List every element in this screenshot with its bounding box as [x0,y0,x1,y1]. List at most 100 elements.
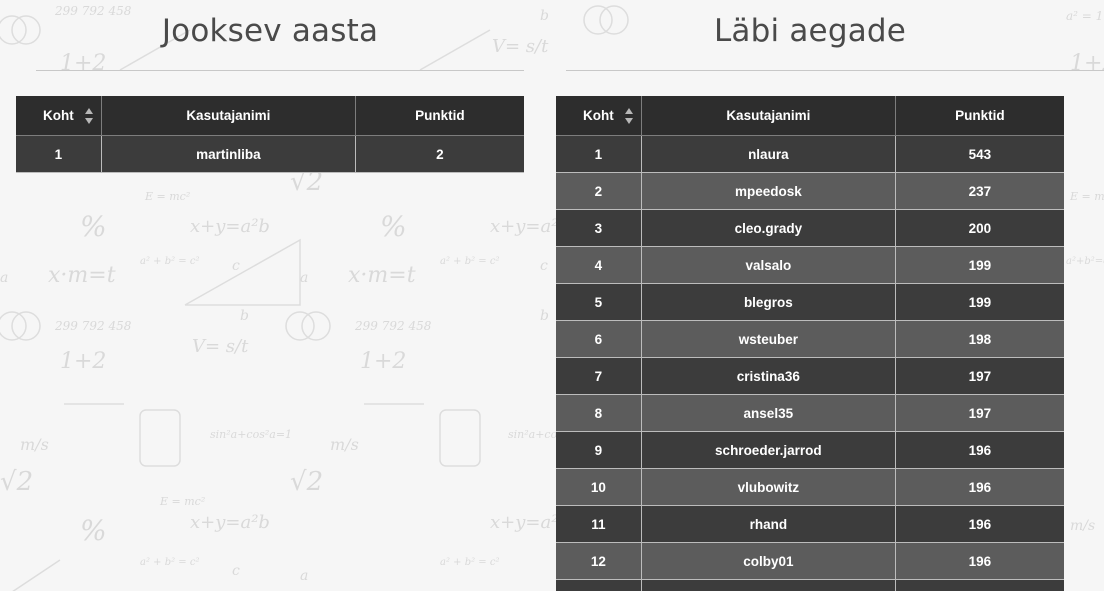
svg-text:c: c [232,563,240,579]
title-divider [36,70,524,71]
username-cell: martinliba [101,135,356,173]
svg-text:%: % [80,514,107,547]
svg-text:m/s: m/s [20,435,49,454]
table-header-row: Koht Kasutajanimi Punktid [556,96,1064,136]
all-time-title: Läbi aegade [713,13,907,49]
svg-text:E = mc²: E = mc² [1069,190,1104,203]
points-cell: 2 [355,135,524,173]
svg-text:%: % [80,210,107,243]
svg-text:√2: √2 [290,467,323,497]
svg-text:1+2: 1+2 [1070,51,1104,76]
table-row: 1 martinliba 2 [16,135,524,173]
table-row: 12 colby01 196 [556,542,1064,580]
rank-cell: 2 [556,172,642,210]
table-row: 5 blegros 199 [556,283,1064,321]
svg-text:√2: √2 [0,467,33,497]
all-time-panel: Läbi aegade Koht Kasutajanimi Punktid 1 … [556,0,1064,591]
svg-text:a² = 1: a² = 1 [1066,9,1103,23]
username-column-header[interactable]: Kasutajanimi [641,96,896,136]
username-cell: schroeder.jarrod [641,431,896,469]
points-cell: 200 [895,209,1064,247]
current-year-table: Koht Kasutajanimi Punktid 1 martinliba 2 [16,96,524,173]
sort-icon[interactable] [84,108,93,124]
rank-cell: 8 [556,394,642,432]
points-column-header[interactable]: Punktid [895,96,1064,136]
points-cell: 196 [895,468,1064,506]
rank-cell: 5 [556,283,642,321]
table-row: 11 rhand 196 [556,505,1064,543]
username-column-header[interactable]: Kasutajanimi [101,96,356,136]
username-header-label: Kasutajanimi [726,108,811,123]
svg-text:m/s: m/s [1070,518,1095,534]
username-cell: ansel35 [641,394,896,432]
username-cell: blegros [641,283,896,321]
svg-text:299 792 458: 299 792 458 [354,319,432,333]
current-year-panel: Jooksev aasta Koht Kasutajanimi Punktid [16,0,524,173]
points-cell: 196 [895,505,1064,543]
username-cell: cristina36 [641,357,896,395]
svg-text:V= s/t: V= s/t [192,336,249,357]
svg-text:1+2: 1+2 [60,349,106,374]
svg-text:a: a [300,568,308,584]
points-cell: 199 [895,283,1064,321]
leaderboard-page: 299 792 458 299 792 458 299 792 458 1+2 … [0,0,1104,591]
svg-text:x+y=a²b: x+y=a²b [190,512,270,533]
table-row: 7 cristina36 197 [556,357,1064,395]
svg-text:a² + b² = c²: a² + b² = c² [140,557,199,568]
svg-text:b: b [240,308,249,324]
svg-text:299 792 458: 299 792 458 [54,319,132,333]
svg-text:b: b [540,8,549,24]
svg-text:E = mc²: E = mc² [159,495,205,508]
svg-text:a² + b² = c²: a² + b² = c² [140,256,199,267]
rank-cell: 12 [556,542,642,580]
rank-cell: 6 [556,320,642,358]
points-cell: 543 [895,135,1064,173]
rank-cell: 10 [556,468,642,506]
points-cell: 197 [895,357,1064,395]
svg-text:b: b [540,308,549,324]
sort-icon[interactable] [624,108,633,124]
svg-text:sin²a+cos²a=1: sin²a+cos²a=1 [210,428,292,441]
table-row: 8 ansel35 197 [556,394,1064,432]
svg-text:x·m=t: x·m=t [48,263,116,288]
svg-text:a: a [0,270,8,286]
table-row: 9 schroeder.jarrod 196 [556,431,1064,469]
username-cell: vlubowitz [641,468,896,506]
svg-text:c: c [232,258,240,274]
username-cell: mpeedosk [641,172,896,210]
points-cell: 196 [895,431,1064,469]
username-cell: nlaura [641,135,896,173]
username-cell: rhand [641,505,896,543]
table-row: 1 nlaura 543 [556,135,1064,173]
rank-cell: 9 [556,431,642,469]
table-row: 10 vlubowitz 196 [556,468,1064,506]
points-cell: 237 [895,172,1064,210]
table-row: 4 valsalo 199 [556,246,1064,284]
username-cell: valsalo [641,246,896,284]
points-cell: 196 [895,542,1064,580]
rank-column-header[interactable]: Koht [556,96,642,136]
rank-cell: 11 [556,505,642,543]
table-row: 6 wsteuber 198 [556,320,1064,358]
rank-cell: 1 [556,135,642,173]
svg-text:m/s: m/s [330,435,359,454]
points-header-label: Punktid [415,108,465,123]
current-year-title: Jooksev aasta [161,13,379,49]
username-header-label: Kasutajanimi [186,108,271,123]
points-cell: 199 [895,246,1064,284]
svg-text:a² + b² = c²: a² + b² = c² [440,256,499,267]
rank-cell: 3 [556,209,642,247]
rank-column-header[interactable]: Koht [16,96,102,136]
svg-text:1+2: 1+2 [360,349,406,374]
svg-text:a²+b²=c²: a²+b²=c² [1066,256,1104,267]
username-cell: colby01 [641,542,896,580]
svg-text:a² + b² = c²: a² + b² = c² [440,557,499,568]
rank-cell: 4 [556,246,642,284]
table-row [556,579,1064,591]
points-column-header[interactable]: Punktid [355,96,524,136]
svg-text:%: % [380,210,407,243]
points-cell: 197 [895,394,1064,432]
username-cell: cleo.grady [641,209,896,247]
rank-header-label: Koht [583,108,614,123]
title-divider [566,70,1104,71]
